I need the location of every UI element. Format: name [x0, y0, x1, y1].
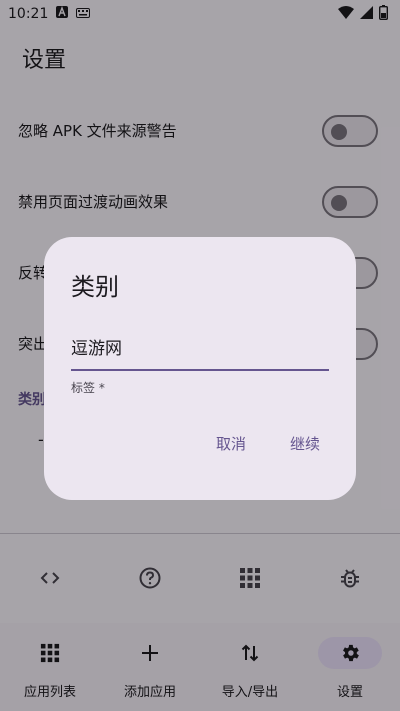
input-underline — [71, 369, 329, 371]
label-input[interactable]: 逗游网 — [71, 326, 329, 369]
cancel-button[interactable]: 取消 — [204, 427, 258, 460]
category-dialog: 类别 逗游网 标签 * 取消 继续 — [44, 237, 356, 500]
field-support-text: 标签 * — [71, 381, 105, 395]
dialog-actions: 取消 继续 — [204, 427, 332, 460]
label-text-field[interactable]: 逗游网 标签 * — [71, 326, 329, 396]
continue-button[interactable]: 继续 — [278, 427, 332, 460]
dialog-title: 类别 — [71, 273, 119, 301]
